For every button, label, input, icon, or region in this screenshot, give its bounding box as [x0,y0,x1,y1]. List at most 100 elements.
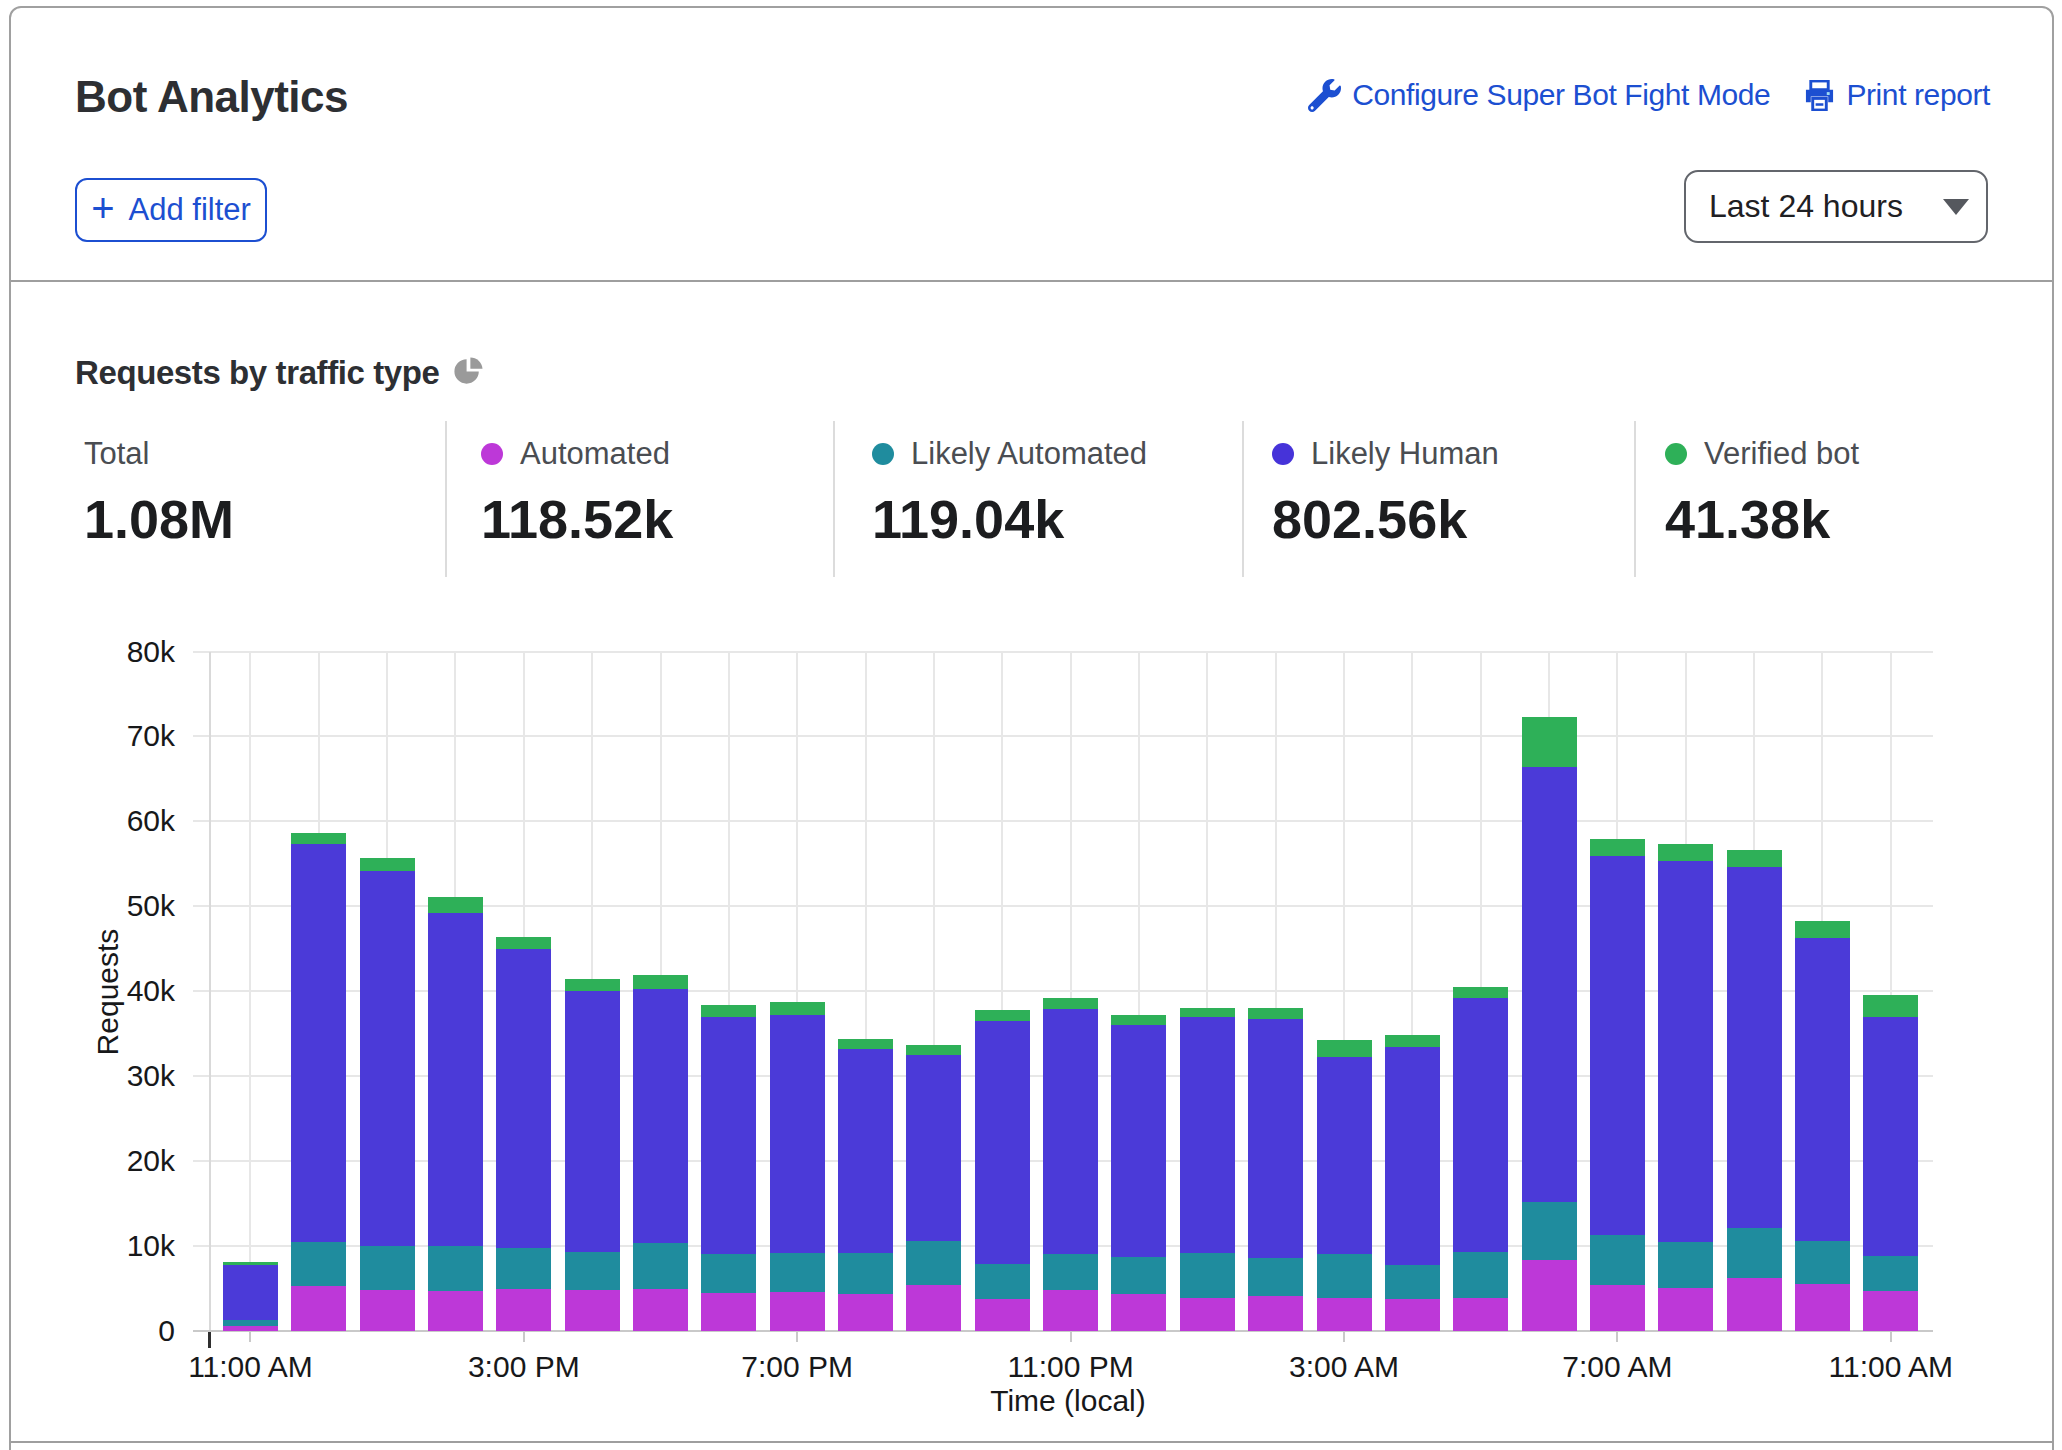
bar-segment-automated[interactable] [770,1292,825,1331]
bar-segment-likely-human[interactable] [1727,867,1782,1228]
bar-segment-likely-human[interactable] [1111,1025,1166,1257]
bar-segment-likely-automated[interactable] [496,1248,551,1289]
bar-segment-verified-bot[interactable] [838,1039,893,1049]
bar-segment-automated[interactable] [1043,1290,1098,1331]
bar-segment-likely-human[interactable] [770,1015,825,1253]
bar-segment-likely-human[interactable] [701,1017,756,1254]
bar-segment-likely-automated[interactable] [1248,1258,1303,1296]
bar-segment-automated[interactable] [1795,1284,1850,1331]
bar-segment-likely-automated[interactable] [1180,1253,1235,1298]
bar-segment-likely-automated[interactable] [1795,1241,1850,1284]
bar-segment-likely-human[interactable] [1385,1047,1440,1265]
bar-segment-verified-bot[interactable] [770,1002,825,1015]
bar-segment-likely-automated[interactable] [1317,1254,1372,1298]
bar-segment-verified-bot[interactable] [291,833,346,844]
bar-segment-automated[interactable] [1727,1278,1782,1331]
bar-segment-automated[interactable] [223,1326,278,1331]
bar-segment-likely-automated[interactable] [1385,1265,1440,1299]
bar-segment-verified-bot[interactable] [360,858,415,871]
bar-segment-likely-human[interactable] [565,991,620,1252]
bar-segment-likely-automated[interactable] [701,1254,756,1293]
bar-segment-automated[interactable] [1453,1298,1508,1331]
bar-segment-likely-human[interactable] [1590,856,1645,1235]
bar-segment-verified-bot[interactable] [496,937,551,949]
bar-segment-verified-bot[interactable] [1111,1015,1166,1025]
bar-segment-likely-human[interactable] [223,1265,278,1320]
bar-segment-automated[interactable] [1385,1299,1440,1331]
bar-segment-verified-bot[interactable] [1043,998,1098,1009]
bar-segment-automated[interactable] [701,1293,756,1331]
bar-segment-automated[interactable] [565,1290,620,1331]
bar-segment-automated[interactable] [291,1286,346,1331]
bar-segment-automated[interactable] [1863,1291,1918,1331]
bar-segment-verified-bot[interactable] [1727,850,1782,867]
bar-segment-likely-automated[interactable] [1590,1235,1645,1285]
bar-segment-verified-bot[interactable] [565,979,620,991]
bar-segment-verified-bot[interactable] [906,1045,961,1055]
bar-segment-likely-automated[interactable] [1043,1254,1098,1290]
bar-segment-automated[interactable] [496,1289,551,1331]
bar-segment-automated[interactable] [633,1289,688,1331]
bar-segment-automated[interactable] [1111,1294,1166,1331]
bar-segment-automated[interactable] [1590,1285,1645,1331]
bar-segment-likely-human[interactable] [291,844,346,1242]
bar-segment-likely-human[interactable] [1658,861,1713,1242]
bar-segment-likely-automated[interactable] [838,1253,893,1294]
bar-segment-verified-bot[interactable] [1658,844,1713,861]
bar-segment-likely-human[interactable] [360,871,415,1246]
print-report-link[interactable]: Print report [1804,78,1990,112]
bar-segment-likely-automated[interactable] [1111,1257,1166,1294]
bar-segment-likely-automated[interactable] [975,1264,1030,1299]
bar-segment-automated[interactable] [1180,1298,1235,1331]
bar-segment-likely-automated[interactable] [565,1252,620,1290]
bar-segment-verified-bot[interactable] [975,1010,1030,1021]
bar-segment-likely-human[interactable] [1863,1017,1918,1256]
bar-segment-automated[interactable] [1317,1298,1372,1331]
bar-segment-verified-bot[interactable] [633,975,688,989]
bar-segment-automated[interactable] [906,1285,961,1331]
bar-segment-likely-human[interactable] [1795,938,1850,1241]
bar-segment-likely-automated[interactable] [1658,1242,1713,1288]
bar-segment-verified-bot[interactable] [1248,1008,1303,1019]
bar-segment-verified-bot[interactable] [1795,921,1850,938]
bar-segment-likely-automated[interactable] [291,1242,346,1286]
bar-segment-verified-bot[interactable] [1385,1035,1440,1047]
bar-segment-verified-bot[interactable] [1863,995,1918,1017]
bar-segment-likely-human[interactable] [838,1049,893,1253]
bar-segment-likely-automated[interactable] [770,1253,825,1292]
configure-super-bot-fight-mode-link[interactable]: Configure Super Bot Fight Mode [1308,78,1770,112]
bar-segment-verified-bot[interactable] [1317,1040,1372,1057]
bar-segment-likely-automated[interactable] [633,1243,688,1289]
bar-segment-automated[interactable] [975,1299,1030,1331]
bar-segment-likely-human[interactable] [496,949,551,1248]
bar-segment-verified-bot[interactable] [1590,839,1645,856]
bar-segment-likely-human[interactable] [1043,1009,1098,1254]
bar-segment-likely-human[interactable] [1248,1019,1303,1258]
bar-segment-likely-human[interactable] [1453,998,1508,1252]
time-range-select[interactable]: Last 24 hours [1684,170,1988,243]
bar-segment-automated[interactable] [428,1291,483,1331]
bar-segment-likely-human[interactable] [633,989,688,1243]
bar-segment-likely-automated[interactable] [1522,1202,1577,1260]
bar-segment-likely-automated[interactable] [360,1246,415,1290]
bar-segment-likely-automated[interactable] [428,1246,483,1291]
bar-segment-verified-bot[interactable] [223,1262,278,1265]
bar-segment-likely-human[interactable] [1180,1017,1235,1253]
bar-segment-automated[interactable] [360,1290,415,1331]
bar-segment-automated[interactable] [838,1294,893,1331]
bar-segment-likely-human[interactable] [975,1021,1030,1264]
add-filter-button[interactable]: + Add filter [75,178,267,242]
bar-segment-verified-bot[interactable] [701,1005,756,1017]
bar-segment-automated[interactable] [1248,1296,1303,1331]
bar-segment-automated[interactable] [1522,1260,1577,1331]
bar-segment-verified-bot[interactable] [428,897,483,913]
bar-segment-likely-automated[interactable] [223,1320,278,1326]
bar-segment-likely-automated[interactable] [906,1241,961,1285]
bar-segment-likely-automated[interactable] [1727,1228,1782,1278]
bar-segment-likely-automated[interactable] [1453,1252,1508,1298]
bar-segment-likely-human[interactable] [1317,1057,1372,1254]
bar-segment-automated[interactable] [1658,1288,1713,1331]
bar-segment-verified-bot[interactable] [1180,1008,1235,1017]
bar-segment-verified-bot[interactable] [1453,987,1508,998]
bar-segment-verified-bot[interactable] [1522,717,1577,767]
